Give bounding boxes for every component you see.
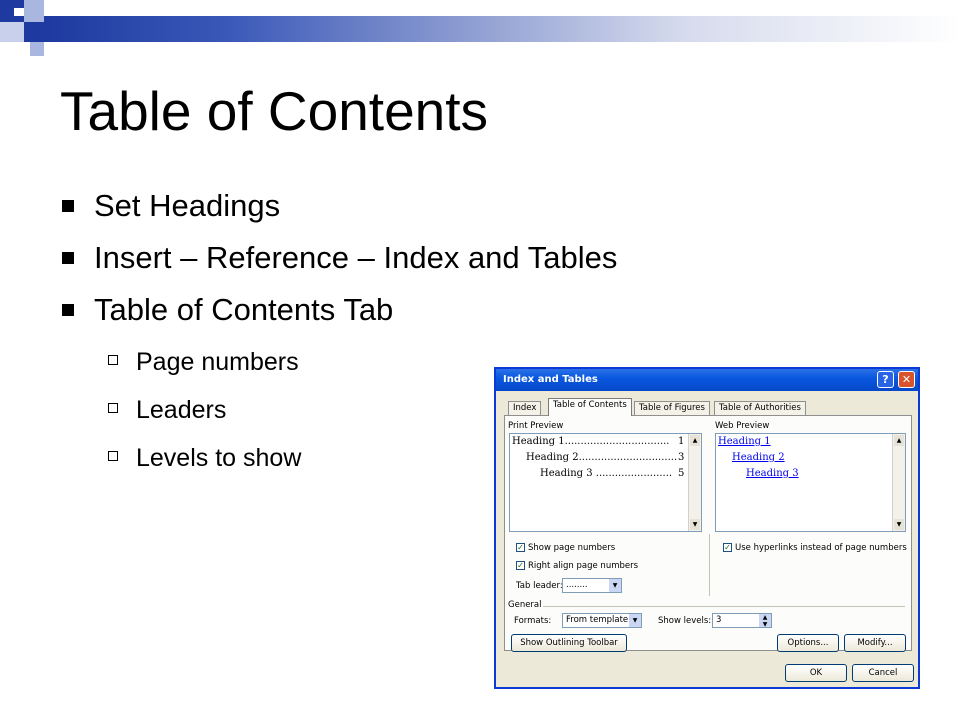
print-preview-page-2: 3 <box>678 452 685 463</box>
bullet-item: Table of Contents Tab <box>62 292 617 344</box>
sub-bullet-item: Levels to show <box>108 442 301 490</box>
modify-button[interactable]: Modify... <box>844 634 906 652</box>
dialog-title: Index and Tables <box>503 374 598 385</box>
right-align-label: Right align page numbers <box>528 561 639 571</box>
bullet-item: Insert – Reference – Index and Tables <box>62 240 617 292</box>
sub-bullet-item: Page numbers <box>108 346 301 394</box>
web-preview-link-3[interactable]: Heading 3 <box>746 468 799 479</box>
tab-leader-label: Tab leader: <box>516 581 563 591</box>
vertical-divider <box>709 534 710 596</box>
print-preview-line-3: Heading 3 ........................ <box>540 468 673 479</box>
header-square-tail <box>30 42 44 56</box>
bullet-square-icon <box>62 252 74 264</box>
print-preview-box: Heading 1...............................… <box>509 433 702 532</box>
tab-index[interactable]: Index <box>508 401 542 415</box>
web-preview-box: Heading 1 Heading 2 Heading 3 ▲ ▼ <box>715 433 906 532</box>
header-square-small <box>14 8 24 16</box>
options-button[interactable]: Options... <box>777 634 839 652</box>
sub-bullet-text: Levels to show <box>136 444 302 472</box>
spinner-arrows-icon[interactable]: ▲ ▼ <box>759 614 771 628</box>
show-levels-value: 3 <box>716 615 722 625</box>
tab-leader-value: ........ <box>566 580 588 590</box>
hollow-square-icon <box>108 403 118 413</box>
general-label: General <box>508 600 542 610</box>
tab-table-of-figures[interactable]: Table of Figures <box>634 401 710 415</box>
tab-table-of-authorities[interactable]: Table of Authorities <box>714 401 806 415</box>
sub-bullet-item: Leaders <box>108 394 301 442</box>
bullet-square-icon <box>62 304 74 316</box>
web-preview-scrollbar[interactable]: ▲ ▼ <box>892 434 905 531</box>
hollow-square-icon <box>108 451 118 461</box>
index-and-tables-dialog: Index and Tables ? ✕ Index Table of Cont… <box>494 367 920 689</box>
tab-panel: Print Preview Heading 1.................… <box>504 415 912 652</box>
scroll-up-arrow-icon[interactable]: ▲ <box>690 435 700 446</box>
show-levels-spinner[interactable]: 3 ▲ ▼ <box>712 613 772 628</box>
tab-table-of-contents[interactable]: Table of Contents <box>548 398 632 416</box>
bullet-text: Set Headings <box>94 188 281 223</box>
show-page-numbers-label: Show page numbers <box>528 543 616 553</box>
slide-title: Table of Contents <box>60 80 489 142</box>
print-preview-page-1: 1 <box>678 436 685 447</box>
bullet-item: Set Headings <box>62 188 617 240</box>
cancel-button[interactable]: Cancel <box>852 664 914 682</box>
sub-bullet-list: Page numbers Leaders Levels to show <box>108 346 301 490</box>
sub-bullet-text: Page numbers <box>136 348 299 376</box>
formats-dropdown[interactable]: From template ▼ <box>562 613 642 628</box>
print-preview-line-2: Heading 2............................... <box>526 452 678 463</box>
main-bullet-list: Set Headings Insert – Reference – Index … <box>62 188 617 344</box>
chevron-down-icon[interactable]: ▼ <box>629 614 641 627</box>
dialog-title-bar[interactable]: Index and Tables ? ✕ <box>496 369 918 391</box>
header-square-mid <box>24 22 44 42</box>
chevron-down-icon[interactable]: ▼ <box>609 579 621 592</box>
use-hyperlinks-label: Use hyperlinks instead of page numbers <box>735 543 907 553</box>
sub-bullet-text: Leaders <box>136 396 227 424</box>
show-outlining-toolbar-button[interactable]: Show Outlining Toolbar <box>511 634 627 652</box>
scroll-down-arrow-icon[interactable]: ▼ <box>894 519 904 530</box>
bullet-square-icon <box>62 200 74 212</box>
print-preview-label: Print Preview <box>508 421 564 431</box>
print-preview-scrollbar[interactable]: ▲ ▼ <box>688 434 701 531</box>
print-preview-page-3: 5 <box>678 468 685 479</box>
formats-value: From template <box>566 615 629 625</box>
scroll-up-arrow-icon[interactable]: ▲ <box>894 435 904 446</box>
tab-leader-dropdown[interactable]: ........ ▼ <box>562 578 622 593</box>
hollow-square-icon <box>108 355 118 365</box>
header-square-light <box>24 0 44 22</box>
web-preview-label: Web Preview <box>715 421 770 431</box>
general-divider <box>543 606 905 607</box>
formats-label: Formats: <box>514 616 552 626</box>
header-gradient-bar <box>44 16 960 42</box>
ok-button[interactable]: OK <box>785 664 847 682</box>
bullet-text: Table of Contents Tab <box>94 292 394 327</box>
show-page-numbers-checkbox[interactable]: ✓ <box>516 543 525 552</box>
bullet-text: Insert – Reference – Index and Tables <box>94 240 618 275</box>
show-levels-label: Show levels: <box>658 616 712 626</box>
web-preview-link-1[interactable]: Heading 1 <box>718 436 771 447</box>
web-preview-link-2[interactable]: Heading 2 <box>732 452 785 463</box>
right-align-checkbox[interactable]: ✓ <box>516 561 525 570</box>
use-hyperlinks-checkbox[interactable]: ✓ <box>723 543 732 552</box>
header-square-pale <box>0 22 24 42</box>
print-preview-line-1: Heading 1...............................… <box>512 436 670 447</box>
help-button[interactable]: ? <box>877 371 894 388</box>
close-button[interactable]: ✕ <box>898 371 915 388</box>
scroll-down-arrow-icon[interactable]: ▼ <box>690 519 700 530</box>
